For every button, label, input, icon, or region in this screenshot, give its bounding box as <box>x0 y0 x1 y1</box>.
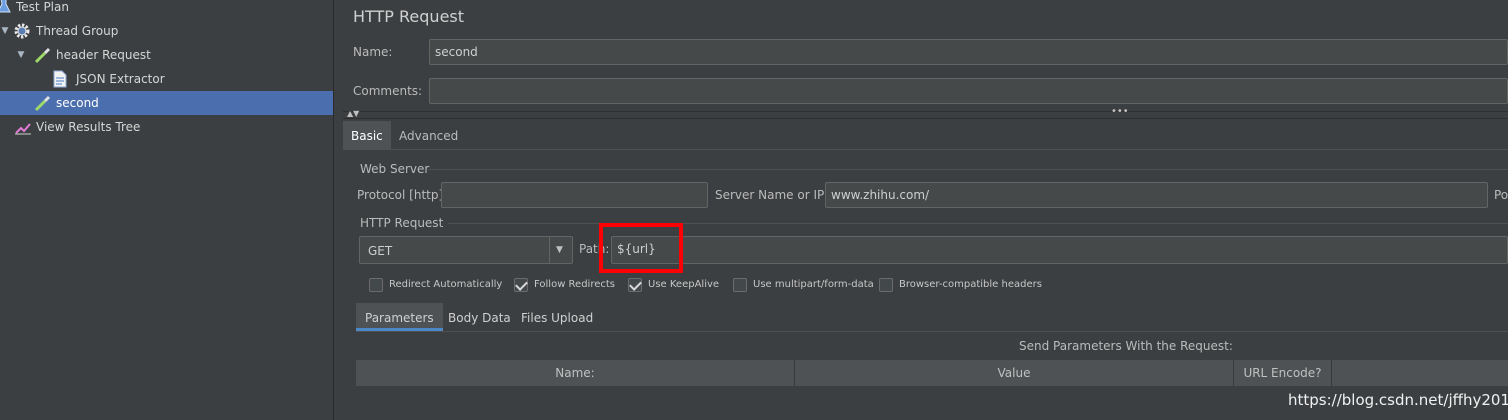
tab-advanced[interactable]: Advanced <box>391 121 466 149</box>
method-value: GET <box>368 244 393 258</box>
tree-item-thread-group[interactable]: ▼ Thread Group <box>0 19 333 43</box>
document-icon <box>52 70 70 88</box>
tree-item-label: JSON Extractor <box>76 72 165 86</box>
follow-redirects-label: Follow Redirects <box>534 279 615 290</box>
redirect-automatically-label: Redirect Automatically <box>389 279 503 290</box>
column-value[interactable]: Value <box>795 360 1234 386</box>
comments-label: Comments: <box>353 84 423 98</box>
browser-compatible-label: Browser-compatible headers <box>899 279 1042 290</box>
chart-icon <box>14 118 32 136</box>
protocol-label: Protocol [http]: <box>357 188 448 202</box>
method-select[interactable]: GET ▼ <box>359 236 573 264</box>
tree-item-label: second <box>56 96 99 110</box>
gear-icon <box>13 22 31 40</box>
tree-item-header-request[interactable]: ▼ header Request <box>0 43 333 67</box>
browser-compatible-checkbox[interactable] <box>879 278 893 292</box>
tab-parameters[interactable]: Parameters <box>356 303 443 331</box>
use-keepalive-checkbox[interactable] <box>628 278 642 292</box>
server-name-label: Server Name or IP: <box>715 188 829 202</box>
collapse-arrows-icon[interactable]: ▲▼ <box>347 109 359 118</box>
use-keepalive-label: Use KeepAlive <box>648 279 720 290</box>
follow-redirects-checkbox[interactable] <box>514 278 528 292</box>
tree-item-label: Test Plan <box>16 0 69 14</box>
tabs-divider <box>343 149 1508 150</box>
comments-field[interactable] <box>429 78 1508 104</box>
drag-dots-icon[interactable]: ••• <box>1111 106 1129 117</box>
redirect-automatically-checkbox[interactable] <box>369 278 383 292</box>
port-label: Po <box>1494 188 1508 202</box>
flask-icon <box>0 0 15 16</box>
web-server-group-label: Web Server <box>360 162 430 176</box>
tree-item-test-plan[interactable]: Test Plan <box>0 0 333 19</box>
chevron-down-icon[interactable]: ▼ <box>556 245 563 255</box>
http-request-group-label: HTTP Request <box>360 216 444 230</box>
chevron-down-icon[interactable]: ▼ <box>0 26 10 36</box>
path-field[interactable]: ${url} <box>611 236 1508 264</box>
highlight-box <box>599 223 683 273</box>
tree-item-label: View Results Tree <box>36 120 141 134</box>
splitter-handle[interactable]: ▲▼ ••• <box>343 106 1508 119</box>
tab-files-upload[interactable]: Files Upload <box>512 303 602 331</box>
http-request-panel: HTTP Request Name: second Comments: ▲▼ •… <box>343 0 1508 420</box>
page-title: HTTP Request <box>353 7 465 26</box>
tab-basic[interactable]: Basic <box>343 121 391 149</box>
pipette-icon <box>34 94 52 112</box>
test-plan-tree: Test Plan ▼ Thread Group ▼ header Reques… <box>0 0 334 420</box>
chevron-down-icon[interactable]: ▼ <box>16 50 26 60</box>
column-extra <box>1332 360 1508 386</box>
tree-item-label: header Request <box>56 48 151 62</box>
multipart-label: Use multipart/form-data <box>753 279 874 290</box>
pipette-icon <box>34 46 52 64</box>
column-name[interactable]: Name: <box>356 360 795 386</box>
web-server-group-line <box>429 169 1508 170</box>
name-field[interactable]: second <box>429 39 1508 65</box>
subtabs-divider <box>356 331 1508 332</box>
name-label: Name: <box>353 45 393 59</box>
tree-item-json-extractor[interactable]: JSON Extractor <box>0 67 333 91</box>
dropdown-divider <box>549 237 550 263</box>
column-url-encode[interactable]: URL Encode? <box>1234 360 1332 386</box>
tab-body-data[interactable]: Body Data <box>439 303 520 331</box>
multipart-checkbox[interactable] <box>733 278 747 292</box>
watermark: https://blog.csdn.net/jffhy2017 <box>1288 391 1508 409</box>
tree-item-label: Thread Group <box>36 24 119 38</box>
protocol-field[interactable] <box>441 182 708 208</box>
params-caption: Send Parameters With the Request: <box>1019 339 1233 353</box>
tree-item-view-results-tree[interactable]: View Results Tree <box>0 115 333 139</box>
server-name-field[interactable]: www.zhihu.com/ <box>825 182 1488 208</box>
tree-item-second[interactable]: second <box>0 91 333 115</box>
